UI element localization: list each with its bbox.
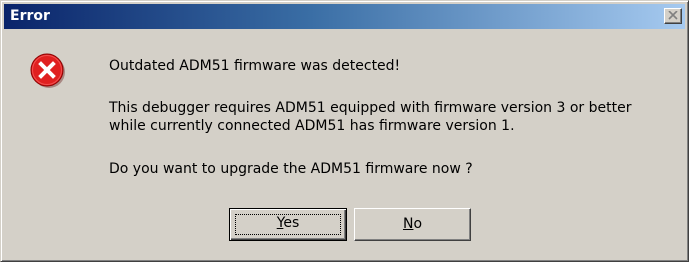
- yes-button[interactable]: Yes: [229, 208, 347, 241]
- message-detail-line-2: while currently connected ADM51 has firm…: [109, 118, 515, 134]
- message-detail-line-1: This debugger requires ADM51 equipped wi…: [109, 100, 632, 116]
- no-button-label: No: [403, 216, 422, 232]
- message-headline: Outdated ADM51 firmware was detected!: [109, 58, 401, 74]
- no-label-rest: o: [413, 216, 423, 232]
- yes-label-rest: es: [283, 215, 300, 231]
- error-icon: [30, 53, 65, 88]
- window-title: Error: [10, 8, 50, 24]
- error-dialog: Error Outdated ADM51 firmware was detect…: [0, 0, 689, 262]
- no-mnemonic: N: [402, 216, 414, 232]
- message-question: Do you want to upgrade the ADM51 firmwar…: [109, 161, 473, 177]
- close-icon: [668, 11, 678, 20]
- close-button[interactable]: [664, 8, 682, 24]
- title-bar[interactable]: Error: [4, 4, 685, 29]
- no-button[interactable]: No: [354, 208, 471, 241]
- yes-button-label: Yes: [277, 215, 300, 231]
